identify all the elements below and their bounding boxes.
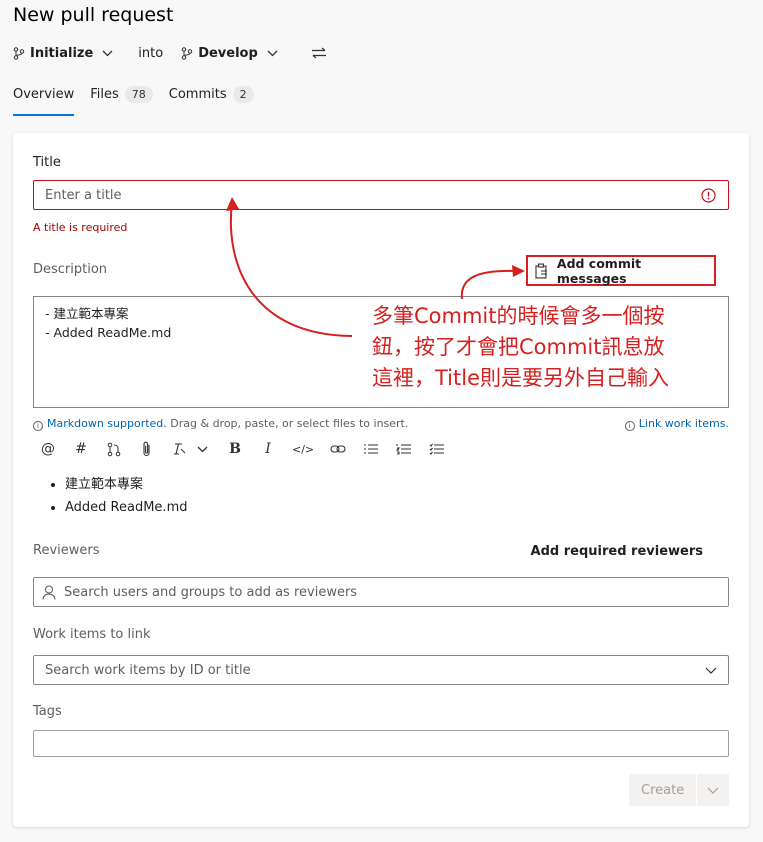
title-input[interactable]: Enter a title: [33, 180, 729, 210]
person-icon: [42, 584, 56, 600]
hashtag-icon[interactable]: #: [72, 441, 90, 457]
add-commit-messages-label: Add commit messages: [556, 255, 642, 286]
bulleted-list-icon[interactable]: [362, 443, 380, 455]
annotation-callout: 多筆Commit的時候會多一個按 鈕，按了才會把Commit訊息放 這裡，Tit…: [372, 301, 722, 394]
formatting-toolbar: @ # B I </>: [39, 439, 461, 459]
description-preview: 建立範本專案 Added ReadMe.md: [33, 473, 187, 519]
work-items-label: Work items to link: [33, 627, 151, 642]
branch-icon: [182, 46, 193, 60]
link-icon[interactable]: [329, 444, 347, 454]
target-branch-label: Develop: [198, 45, 258, 61]
checklist-icon[interactable]: [428, 443, 446, 455]
description-hint-row: i Markdown supported. Drag & drop, paste,…: [33, 417, 729, 431]
target-branch-dropdown[interactable]: Develop: [181, 46, 283, 61]
preview-list-item: 建立範本專案: [65, 473, 187, 496]
tab-bar: Overview Files 78 Commits 2: [13, 82, 270, 116]
work-items-placeholder: Search work items by ID or title: [45, 662, 251, 678]
reviewers-label: Reviewers: [33, 543, 100, 558]
info-icon: i: [33, 421, 43, 431]
files-count-badge: 78: [124, 85, 153, 103]
description-label: Description: [33, 262, 108, 277]
tab-commits-label: Commits: [168, 86, 227, 102]
tags-input[interactable]: [33, 730, 729, 757]
highlight-icon[interactable]: [171, 441, 189, 457]
add-commit-messages-button[interactable]: Add commit messages: [526, 255, 716, 286]
tab-files[interactable]: Files 78: [90, 82, 153, 106]
create-button[interactable]: Create: [629, 774, 697, 806]
annotation-line: 多筆Commit的時候會多一個按: [372, 304, 665, 328]
numbered-list-icon[interactable]: [395, 443, 413, 455]
markdown-supported-link[interactable]: Markdown supported.: [47, 417, 167, 430]
code-icon[interactable]: </>: [292, 443, 314, 456]
info-icon: i: [624, 421, 635, 431]
page-title: New pull request: [13, 4, 174, 26]
preview-list-item: Added ReadMe.md: [65, 496, 187, 519]
chevron-down-icon: [102, 50, 113, 56]
annotation-line: 這裡，Title則是要另外自己輸入: [372, 366, 670, 390]
branch-icon: [13, 46, 25, 60]
attach-icon[interactable]: [138, 441, 156, 457]
mention-icon[interactable]: @: [39, 441, 57, 457]
tab-overview-label: Overview: [13, 86, 75, 102]
work-items-search-dropdown[interactable]: Search work items by ID or title: [33, 655, 729, 685]
chevron-down-icon: [707, 787, 719, 794]
create-button-group: Create: [629, 774, 729, 806]
chevron-down-icon: [267, 50, 278, 56]
chevron-down-icon: [705, 667, 717, 674]
pull-request-icon[interactable]: [105, 442, 123, 457]
swap-branches-icon[interactable]: [311, 47, 327, 59]
title-placeholder: Enter a title: [45, 187, 122, 203]
tab-files-label: Files: [90, 86, 119, 102]
chevron-down-icon[interactable]: [193, 446, 211, 453]
branch-selector-bar: Initialize into Develop: [13, 42, 327, 64]
markdown-hint-text: Drag & drop, paste, or select files to i…: [166, 417, 409, 430]
commits-count-badge: 2: [232, 85, 254, 103]
tags-label: Tags: [33, 704, 62, 719]
create-options-button[interactable]: [697, 774, 729, 806]
reviewers-search-input[interactable]: Search users and groups to add as review…: [33, 577, 729, 607]
title-label: Title: [33, 155, 61, 170]
title-error-message: A title is required: [33, 221, 128, 234]
clipboard-icon: [535, 263, 547, 278]
italic-icon[interactable]: I: [259, 441, 277, 457]
into-label: into: [138, 45, 164, 61]
tab-overview[interactable]: Overview: [13, 82, 75, 116]
source-branch-dropdown[interactable]: Initialize: [13, 46, 118, 61]
tab-commits[interactable]: Commits 2: [169, 82, 254, 106]
error-icon: [701, 187, 716, 203]
reviewers-placeholder: Search users and groups to add as review…: [64, 584, 358, 600]
add-required-reviewers-button[interactable]: Add required reviewers: [531, 544, 703, 559]
bold-icon[interactable]: B: [226, 441, 244, 457]
source-branch-label: Initialize: [30, 45, 94, 61]
link-work-items-link[interactable]: Link work items.: [639, 417, 729, 430]
annotation-line: 鈕，按了才會把Commit訊息放: [372, 335, 665, 359]
pull-request-form: Title Enter a title A title is required …: [13, 133, 749, 827]
